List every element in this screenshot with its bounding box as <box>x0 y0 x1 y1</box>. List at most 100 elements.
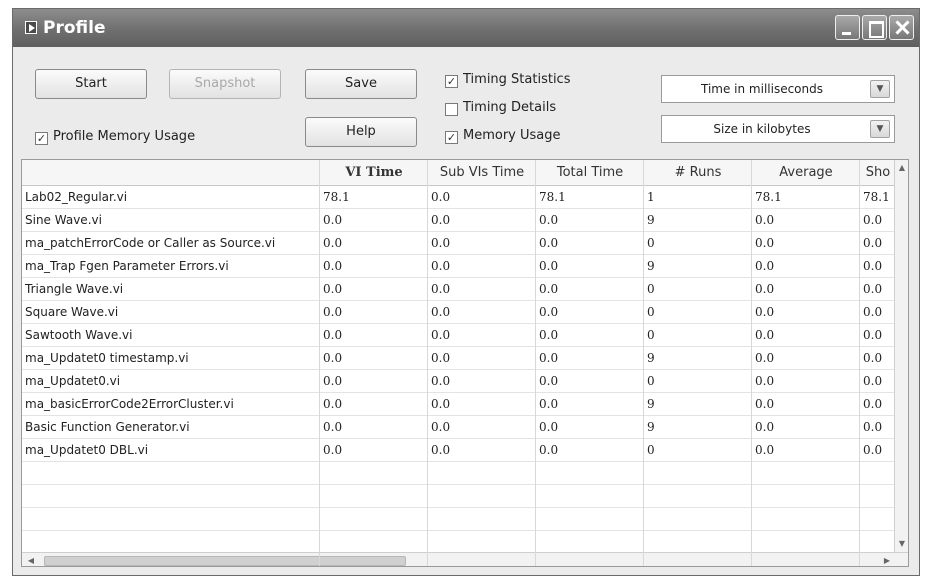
table-cell: 0.0 <box>539 305 559 319</box>
column-header[interactable]: # Runs <box>644 160 752 186</box>
table-cell: 0.0 <box>431 420 451 434</box>
help-button[interactable]: Help <box>305 117 417 147</box>
table-cell: 0.0 <box>863 236 883 250</box>
table-row[interactable]: ma_Updatet0.vi 0.0 0.0 0.0 0 0.0 0.0 <box>22 370 908 393</box>
table-cell: 0.0 <box>323 305 343 319</box>
size-unit-select[interactable]: Size in kilobytes ▼ <box>661 115 895 143</box>
vertical-scrollbar[interactable]: ▲ ▼ <box>894 160 908 552</box>
table-cell: 9 <box>647 259 655 273</box>
table-cell: 0.0 <box>755 213 775 227</box>
table-cell: 9 <box>647 420 655 434</box>
table-cell: 0.0 <box>431 213 451 227</box>
table-cell: 0.0 <box>755 236 775 250</box>
table-row[interactable]: Square Wave.vi 0.0 0.0 0.0 0 0.0 0.0 <box>22 301 908 324</box>
table-cell: 0.0 <box>431 351 451 365</box>
minimize-button[interactable] <box>835 15 860 40</box>
checkmark-icon: ✓ <box>446 131 457 144</box>
table-cell: 0 <box>647 443 655 457</box>
checkmark-icon: ✓ <box>446 75 457 88</box>
scroll-up-icon[interactable]: ▲ <box>897 162 907 174</box>
table-row[interactable]: ma_patchErrorCode or Caller as Source.vi… <box>22 232 908 255</box>
memory-usage-label: Memory Usage <box>463 128 561 143</box>
table-row[interactable] <box>22 485 908 508</box>
table-cell: 0.0 <box>539 282 559 296</box>
close-button[interactable] <box>889 15 914 40</box>
table-cell: 0.0 <box>539 443 559 457</box>
column-header[interactable]: Sub VIs Time <box>428 160 536 186</box>
table-cell: 9 <box>647 397 655 411</box>
table-cell: 78.1 <box>539 190 566 204</box>
column-header[interactable]: Sho <box>860 160 896 186</box>
table-cell: 0.0 <box>431 190 451 204</box>
horizontal-scroll-thumb[interactable] <box>44 556 406 566</box>
table-cell: 0.0 <box>863 213 883 227</box>
table-cell: 0.0 <box>323 420 343 434</box>
chevron-down-icon[interactable]: ▼ <box>870 120 890 138</box>
chevron-down-icon[interactable]: ▼ <box>870 80 890 98</box>
save-button[interactable]: Save <box>305 69 417 99</box>
start-button[interactable]: Start <box>35 69 147 99</box>
column-divider <box>535 160 536 566</box>
table-row[interactable]: Triangle Wave.vi 0.0 0.0 0.0 0 0.0 0.0 <box>22 278 908 301</box>
table-row[interactable] <box>22 462 908 485</box>
table-row[interactable] <box>22 531 908 554</box>
scroll-right-icon[interactable]: ▶ <box>882 555 892 566</box>
vi-name-cell: Sawtooth Wave.vi <box>25 328 133 342</box>
column-header[interactable]: VI Time <box>320 160 428 186</box>
column-header[interactable]: Average <box>752 160 860 186</box>
time-unit-value: Time in milliseconds <box>700 82 823 96</box>
column-divider <box>751 160 752 566</box>
column-header[interactable] <box>22 160 320 186</box>
labview-window-icon <box>25 21 37 34</box>
table-header: VI Time Sub VIs Time Total Time # Runs Avera… <box>22 160 908 186</box>
table-row[interactable]: Sine Wave.vi 0.0 0.0 0.0 9 0.0 0.0 <box>22 209 908 232</box>
column-header[interactable]: Total Time <box>536 160 644 186</box>
table-cell: 0.0 <box>539 397 559 411</box>
timing-details-checkbox[interactable] <box>445 103 458 116</box>
table-cell: 0.0 <box>539 420 559 434</box>
table-cell: 0.0 <box>755 328 775 342</box>
table-row[interactable]: Lab02_Regular.vi 78.1 0.0 78.1 1 78.1 78.1 <box>22 186 908 209</box>
table-row[interactable]: ma_Updatet0 DBL.vi 0.0 0.0 0.0 0 0.0 0.0 <box>22 439 908 462</box>
table-cell: 0.0 <box>539 213 559 227</box>
table-cell: 0.0 <box>323 328 343 342</box>
table-cell: 0.0 <box>863 305 883 319</box>
timing-statistics-checkbox[interactable]: ✓ <box>445 75 458 88</box>
scroll-left-icon[interactable]: ◀ <box>26 555 36 566</box>
profile-memory-checkbox[interactable]: ✓ <box>35 132 48 145</box>
table-cell: 0.0 <box>323 236 343 250</box>
table-cell: 0.0 <box>755 420 775 434</box>
table-cell: 0.0 <box>755 443 775 457</box>
table-cell: 1 <box>647 190 655 204</box>
table-cell: 0.0 <box>431 443 451 457</box>
timing-details-label: Timing Details <box>463 100 557 115</box>
table-row[interactable]: Basic Function Generator.vi 0.0 0.0 0.0 9 0.0… <box>22 416 908 439</box>
table-row[interactable]: ma_Trap Fgen Parameter Errors.vi 0.0 0.0 0.… <box>22 255 908 278</box>
title-bar[interactable]: Profile <box>13 9 919 47</box>
memory-usage-checkbox[interactable]: ✓ <box>445 131 458 144</box>
vi-name-cell: Lab02_Regular.vi <box>25 190 128 204</box>
table-cell: 0 <box>647 282 655 296</box>
profile-results-table[interactable]: VI Time Sub VIs Time Total Time # Runs Avera… <box>21 159 909 567</box>
table-cell: 0.0 <box>863 443 883 457</box>
table-row[interactable]: Sawtooth Wave.vi 0.0 0.0 0.0 0 0.0 0.0 <box>22 324 908 347</box>
scroll-down-icon[interactable]: ▼ <box>897 538 907 550</box>
horizontal-scrollbar[interactable]: ◀ ▶ <box>22 552 908 566</box>
table-cell: 0.0 <box>755 374 775 388</box>
table-cell: 0.0 <box>431 282 451 296</box>
snapshot-button[interactable]: Snapshot <box>169 69 281 99</box>
table-row[interactable]: ma_basicErrorCode2ErrorCluster.vi 0.0 0.0 0… <box>22 393 908 416</box>
table-cell: 0.0 <box>863 374 883 388</box>
vi-name-cell: Square Wave.vi <box>25 305 119 319</box>
table-row[interactable]: ma_Updatet0 timestamp.vi 0.0 0.0 0.0 9 0.0 0.0 <box>22 347 908 370</box>
table-row[interactable] <box>22 508 908 531</box>
vi-name-cell: ma_Updatet0 timestamp.vi <box>25 351 189 365</box>
maximize-button[interactable] <box>862 15 887 40</box>
vi-name-cell: ma_Trap Fgen Parameter Errors.vi <box>25 259 229 273</box>
time-unit-select[interactable]: Time in milliseconds ▼ <box>661 75 895 103</box>
table-cell: 0.0 <box>323 282 343 296</box>
table-cell: 0.0 <box>539 351 559 365</box>
table-cell: 0.0 <box>323 351 343 365</box>
vi-name-cell: Triangle Wave.vi <box>25 282 124 296</box>
table-cell: 0.0 <box>539 374 559 388</box>
